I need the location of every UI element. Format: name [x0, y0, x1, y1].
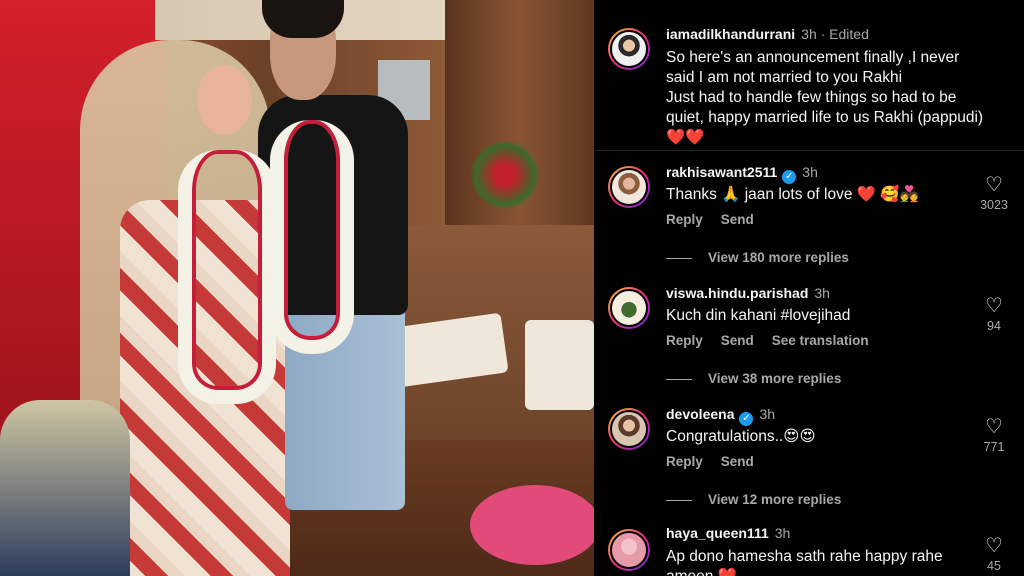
like-count: 771	[983, 440, 1005, 454]
photo-woman-face	[197, 65, 252, 135]
heart-outline-icon[interactable]: ♡	[974, 416, 1014, 438]
comments-panel[interactable]: iamadilkhandurrani 3h · Edited So here's …	[594, 0, 1024, 576]
like-count: 94	[987, 319, 1001, 333]
caption-time: 3h · Edited	[801, 26, 869, 42]
reply-button[interactable]: Reply	[666, 212, 703, 227]
like-control[interactable]: ♡ 45	[974, 535, 1014, 573]
view-more-replies[interactable]: View 180 more replies	[666, 250, 849, 265]
send-button[interactable]: Send	[721, 212, 754, 227]
comment-item: viswa.hindu.parishad 3h Kuch din kahani #…	[594, 273, 1024, 393]
comment-username[interactable]: rakhisawant2511 ✓ 3h	[666, 164, 818, 184]
comment-text: Thanks 🙏 jaan lots of love ❤️ 🥰💑	[666, 186, 919, 203]
photo-flower-vase	[470, 140, 540, 210]
like-count: 45	[987, 559, 1001, 573]
view-more-replies[interactable]: View 12 more replies	[666, 492, 841, 507]
heart-outline-icon[interactable]: ♡	[974, 295, 1014, 317]
comment-text: Kuch din kahani #lovejihad	[666, 307, 851, 324]
post-photo[interactable]	[0, 0, 594, 576]
post-caption: iamadilkhandurrani 3h · Edited So here's …	[594, 0, 1024, 150]
send-button[interactable]: Send	[721, 333, 754, 348]
verified-badge-icon: ✓	[782, 170, 797, 184]
verified-badge-icon: ✓	[739, 412, 754, 426]
comment-actions: Reply Send See translation	[666, 333, 887, 348]
comment-item: devoleena ✓ 3h Congratulations..😍😍 Reply Se…	[594, 394, 1024, 514]
photo-seated-person	[0, 400, 130, 576]
photo-pink-rug	[470, 485, 594, 565]
photo-flower-garland	[270, 120, 354, 354]
view-more-replies[interactable]: View 38 more replies	[666, 371, 841, 386]
photo-sofa-cloth	[525, 320, 594, 410]
reply-button[interactable]: Reply	[666, 333, 703, 348]
avatar[interactable]	[608, 28, 650, 70]
heart-outline-icon[interactable]: ♡	[974, 535, 1014, 557]
comment-item: haya_queen111 3h Ap dono hamesha sath rah…	[594, 515, 1024, 576]
comment-text: Ap dono hamesha sath rahe happy rahe ame…	[666, 548, 943, 576]
heart-outline-icon[interactable]: ♡	[974, 174, 1014, 196]
avatar[interactable]	[608, 287, 650, 329]
caption-text: So here's an announcement finally ,I nev…	[666, 49, 984, 146]
caption-divider	[594, 150, 1024, 151]
avatar[interactable]	[608, 166, 650, 208]
avatar[interactable]	[608, 529, 650, 571]
comment-item: rakhisawant2511 ✓ 3h Thanks 🙏 jaan lots of…	[594, 152, 1024, 272]
see-translation-button[interactable]: See translation	[772, 333, 869, 348]
like-count: 3023	[980, 198, 1008, 212]
like-control[interactable]: ♡ 94	[974, 295, 1014, 333]
comment-text: Congratulations..😍😍	[666, 428, 816, 445]
like-control[interactable]: ♡ 3023	[974, 174, 1014, 212]
comment-username[interactable]: haya_queen111 3h	[666, 525, 790, 541]
comment-actions: Reply Send	[666, 212, 772, 227]
avatar[interactable]	[608, 408, 650, 450]
comment-username[interactable]: devoleena ✓ 3h	[666, 406, 775, 426]
like-control[interactable]: ♡ 771	[974, 416, 1014, 454]
replies-dash	[666, 257, 692, 259]
replies-dash	[666, 378, 692, 380]
caption-username[interactable]: iamadilkhandurrani 3h · Edited	[666, 26, 869, 42]
reply-button[interactable]: Reply	[666, 454, 703, 469]
photo-flower-garland	[178, 150, 276, 404]
replies-dash	[666, 499, 692, 501]
comment-actions: Reply Send	[666, 454, 772, 469]
send-button[interactable]: Send	[721, 454, 754, 469]
comment-username[interactable]: viswa.hindu.parishad 3h	[666, 285, 830, 301]
